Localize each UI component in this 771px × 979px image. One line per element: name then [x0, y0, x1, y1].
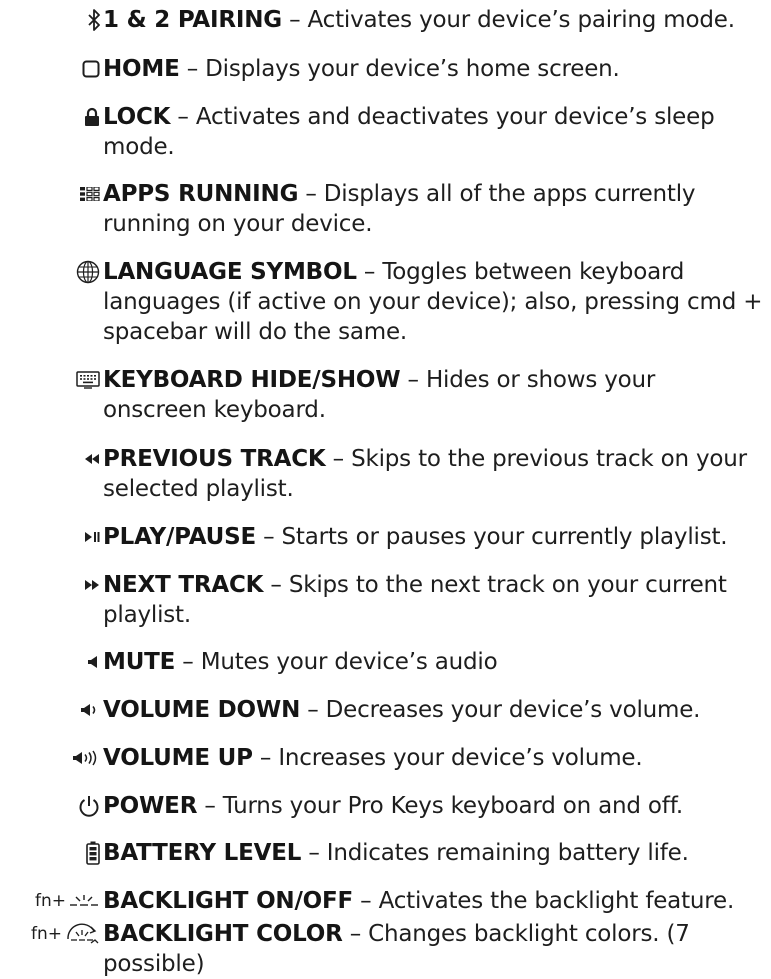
- power-icon: [0, 788, 100, 824]
- item-description: – Activates the backlight feature.: [353, 888, 735, 914]
- item-term: PREVIOUS TRACK: [103, 446, 326, 472]
- item-term: VOLUME DOWN: [103, 697, 301, 723]
- item-description: – Turns your Pro Keys keyboard on and of…: [197, 793, 684, 819]
- item-description: – Mutes your device’s audio: [175, 649, 498, 675]
- item-term: BACKLIGHT ON/OFF: [103, 888, 354, 914]
- volume-down-icon: [0, 692, 100, 728]
- fn-key-label: fn+: [34, 891, 66, 911]
- item-term: HOME: [103, 56, 180, 82]
- item-description: – Indicates remaining battery life.: [301, 840, 689, 866]
- backlight-color-icon: fn+: [0, 916, 100, 952]
- bluetooth-icon: [0, 2, 100, 38]
- globe-icon: [0, 254, 100, 290]
- item-description: – Displays your device’s home screen.: [179, 56, 620, 82]
- item-term: BACKLIGHT COLOR: [103, 921, 343, 947]
- item-description: – Activates and deactivates your device’…: [103, 104, 715, 160]
- keyboard-icon: [0, 362, 100, 398]
- item-term: POWER: [103, 793, 198, 819]
- item-term: NEXT TRACK: [103, 572, 264, 598]
- volume-up-icon: [0, 740, 100, 776]
- item-term: APPS RUNNING: [103, 181, 299, 207]
- apps-grid-icon: [0, 176, 100, 212]
- next-track-icon: [0, 567, 100, 603]
- play-pause-icon: [0, 519, 100, 555]
- item-description: – Increases your device’s volume.: [252, 745, 643, 771]
- fn-key-label: fn+: [30, 924, 62, 944]
- item-term: BATTERY LEVEL: [103, 840, 302, 866]
- item-term: MUTE: [103, 649, 176, 675]
- item-term: 1 & 2 PAIRING: [103, 7, 282, 33]
- item-description: – Decreases your device’s volume.: [300, 697, 701, 723]
- previous-track-icon: [0, 441, 100, 477]
- item-term: LOCK: [103, 104, 171, 130]
- backlight-on-off-icon: fn+: [0, 883, 100, 919]
- lock-icon: [0, 99, 100, 135]
- item-term: VOLUME UP: [103, 745, 253, 771]
- battery-icon: [0, 835, 100, 871]
- home-square-icon: [0, 51, 100, 87]
- item-term: PLAY/PAUSE: [103, 524, 256, 550]
- item-description: – Starts or pauses your currently playli…: [255, 524, 728, 550]
- mute-icon: [0, 644, 100, 680]
- item-term: LANGUAGE SYMBOL: [103, 259, 357, 285]
- item-description: – Activates your device’s pairing mode.: [282, 7, 735, 33]
- item-term: KEYBOARD HIDE/SHOW: [103, 367, 401, 393]
